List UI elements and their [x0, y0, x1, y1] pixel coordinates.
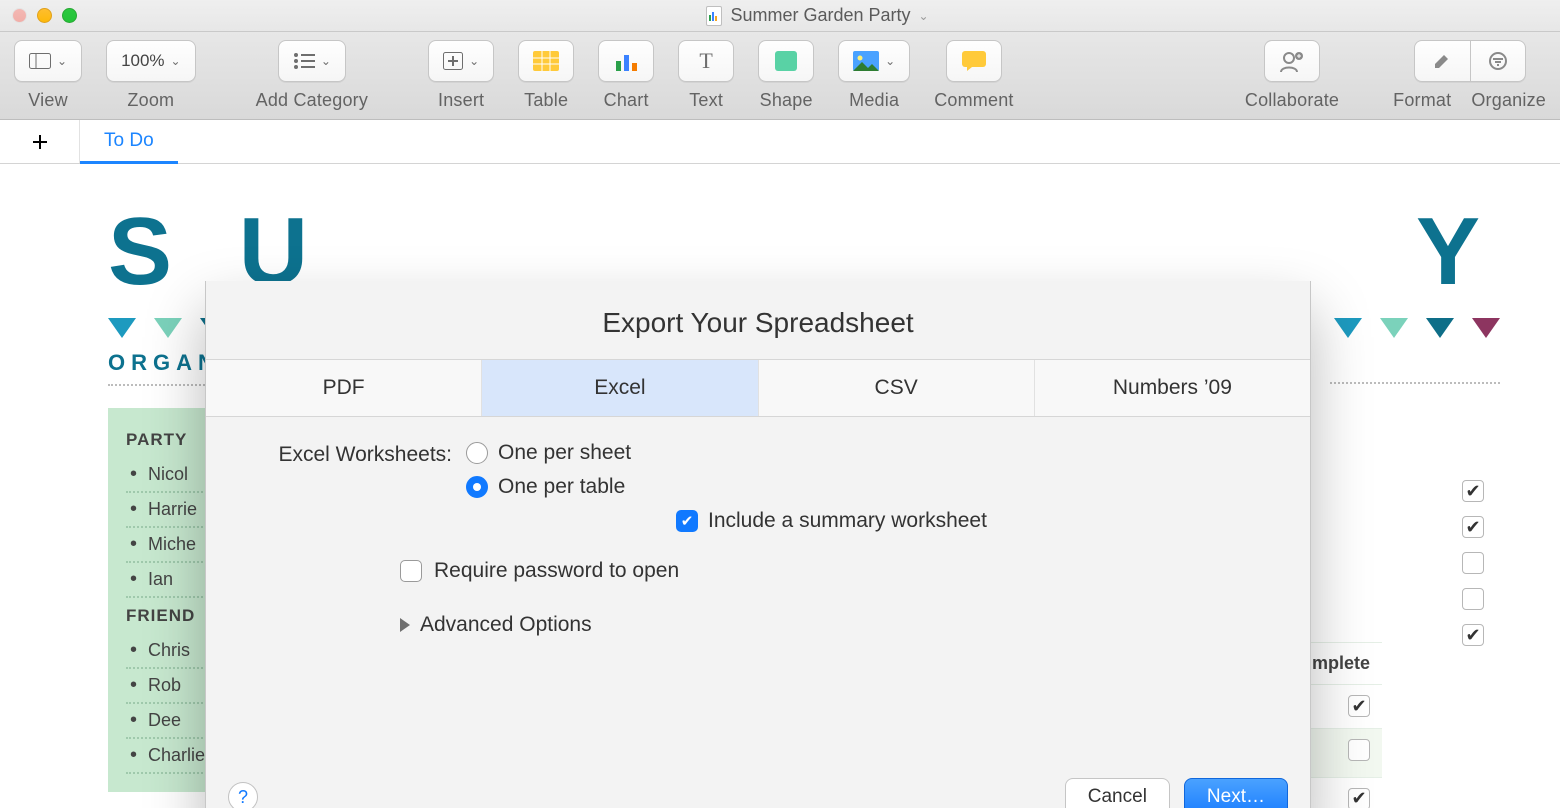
table-label: Table	[524, 90, 568, 111]
done-checkbox[interactable]	[1348, 739, 1370, 761]
chart-label: Chart	[604, 90, 649, 111]
organize-button[interactable]	[1470, 40, 1526, 82]
cancel-button[interactable]: Cancel	[1065, 778, 1170, 808]
complete-header: mplete	[1312, 653, 1370, 673]
table-button[interactable]	[518, 40, 574, 82]
view-button[interactable]: ⌄	[14, 40, 82, 82]
titlebar: Summer Garden Party ⌄	[0, 0, 1560, 32]
checkbox-icon	[676, 510, 698, 532]
radio-one-per-table[interactable]: One per table	[466, 475, 631, 499]
app-window: Summer Garden Party ⌄ ⌄ View 100% ⌄ Zoom…	[0, 0, 1560, 808]
chevron-down-icon: ⌄	[469, 54, 479, 68]
zoom-button[interactable]: 100% ⌄	[106, 40, 196, 82]
sidebar-icon	[29, 53, 51, 69]
radio-label: One per sheet	[498, 441, 631, 465]
text-icon: T	[699, 48, 712, 74]
done-checkbox[interactable]	[1348, 788, 1370, 808]
chevron-down-icon: ⌄	[171, 54, 181, 68]
document-canvas: S U ORGAN Y PARTY N	[0, 164, 1560, 808]
advanced-options-toggle[interactable]: Advanced Options	[400, 613, 1270, 637]
filter-icon	[1488, 51, 1508, 71]
export-sheet: Export Your Spreadsheet PDFExcelCSVNumbe…	[205, 281, 1311, 808]
done-checkbox[interactable]	[1348, 695, 1370, 717]
text-button[interactable]: T	[678, 40, 734, 82]
collaborate-button[interactable]	[1264, 40, 1320, 82]
shape-button[interactable]	[758, 40, 814, 82]
chevron-down-icon: ⌄	[885, 54, 895, 68]
plus-icon	[31, 133, 49, 151]
radio-label: One per table	[498, 475, 625, 499]
export-format-tabs: PDFExcelCSVNumbers ’09	[206, 359, 1310, 417]
insert-icon	[443, 52, 463, 70]
document-title[interactable]: Summer Garden Party ⌄	[87, 5, 1548, 26]
text-label: Text	[689, 90, 723, 111]
checkbox-icon	[400, 560, 422, 582]
export-tab-pdf[interactable]: PDF	[206, 360, 481, 416]
export-tab-excel[interactable]: Excel	[481, 360, 757, 416]
collaborate-icon	[1279, 50, 1305, 72]
done-checkbox[interactable]	[1462, 588, 1484, 610]
view-label: View	[28, 90, 68, 111]
window-fullscreen-button[interactable]	[62, 8, 77, 23]
chevron-down-icon: ⌄	[321, 54, 331, 68]
radio-one-per-sheet[interactable]: One per sheet	[466, 441, 631, 465]
radio-icon	[466, 442, 488, 464]
divider	[1330, 382, 1500, 384]
divider	[108, 384, 208, 386]
document-title-text: Summer Garden Party	[730, 5, 910, 26]
comment-button[interactable]	[946, 40, 1002, 82]
chart-button[interactable]	[598, 40, 654, 82]
done-checkbox[interactable]	[1462, 624, 1484, 646]
media-button[interactable]: ⌄	[838, 40, 910, 82]
add-category-button[interactable]: ⌄	[278, 40, 346, 82]
table-icon	[533, 51, 559, 71]
done-checkbox[interactable]	[1462, 552, 1484, 574]
chevron-down-icon: ⌄	[57, 54, 67, 68]
window-close-button[interactable]	[12, 8, 27, 23]
export-title: Export Your Spreadsheet	[206, 281, 1310, 359]
sheet-tab-label: To Do	[104, 130, 154, 152]
worksheets-label: Excel Worksheets:	[246, 441, 466, 467]
list-icon	[293, 52, 315, 70]
sheet-tabs-bar: To Do	[0, 120, 1560, 164]
comment-icon	[962, 51, 986, 71]
done-checkbox[interactable]	[1462, 516, 1484, 538]
chart-icon	[614, 51, 638, 71]
shape-icon	[775, 51, 797, 71]
add-category-label: Add Category	[256, 90, 368, 111]
include-summary-checkbox[interactable]: Include a summary worksheet	[676, 509, 1270, 533]
help-button[interactable]: ?	[228, 782, 258, 808]
export-tab-csv[interactable]: CSV	[758, 360, 1034, 416]
zoom-value: 100%	[121, 51, 164, 71]
media-label: Media	[849, 90, 899, 111]
toolbar: ⌄ View 100% ⌄ Zoom ⌄ Add Category ⌄	[0, 32, 1560, 120]
collaborate-label: Collaborate	[1245, 90, 1339, 111]
page-title-right: Y	[1330, 204, 1500, 300]
shape-label: Shape	[760, 90, 813, 111]
next-button[interactable]: Next…	[1184, 778, 1288, 808]
done-checkbox[interactable]	[1462, 480, 1484, 502]
insert-label: Insert	[438, 90, 484, 111]
zoom-label: Zoom	[127, 90, 174, 111]
radio-icon	[466, 476, 488, 498]
decorative-triangles	[1330, 318, 1500, 338]
brush-icon	[1432, 51, 1452, 71]
comment-label: Comment	[934, 90, 1013, 111]
organize-label: Organize	[1471, 90, 1546, 111]
checkbox-label: Include a summary worksheet	[708, 509, 987, 533]
add-sheet-button[interactable]	[0, 120, 80, 163]
format-label: Format	[1393, 90, 1451, 111]
media-icon	[853, 51, 879, 71]
disclosure-triangle-icon	[400, 618, 410, 632]
window-minimize-button[interactable]	[37, 8, 52, 23]
advanced-label: Advanced Options	[420, 613, 592, 637]
export-tab-numbers-09[interactable]: Numbers ’09	[1034, 360, 1310, 416]
sheet-tab-todo[interactable]: To Do	[80, 120, 178, 164]
chevron-down-icon: ⌄	[919, 9, 929, 23]
format-button[interactable]	[1414, 40, 1470, 82]
checkbox-label: Require password to open	[434, 559, 679, 583]
require-password-checkbox[interactable]: Require password to open	[400, 559, 1270, 583]
document-icon	[706, 6, 722, 26]
insert-button[interactable]: ⌄	[428, 40, 494, 82]
